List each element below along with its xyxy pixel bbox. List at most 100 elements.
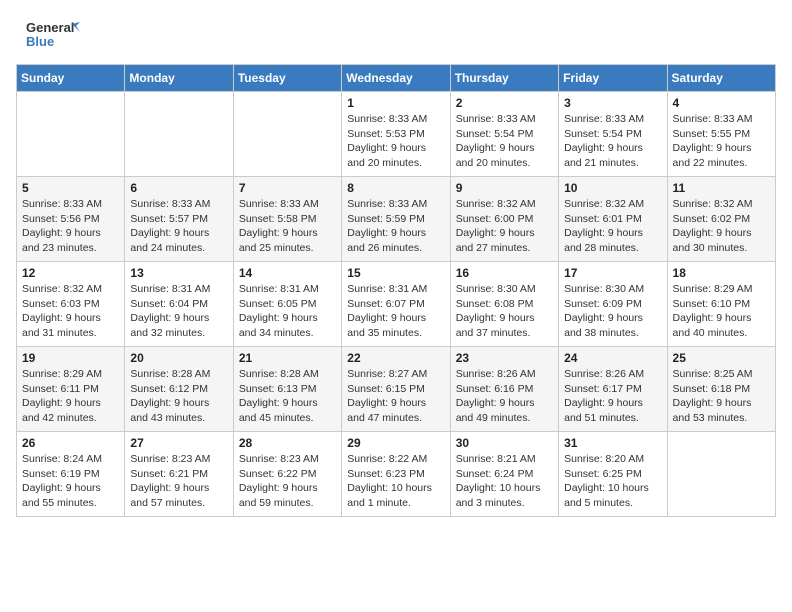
calendar-cell: 9 Sunrise: 8:32 AM Sunset: 6:00 PM Daylig… <box>450 177 558 262</box>
day-number: 26 <box>22 436 119 450</box>
day-info: Sunrise: 8:32 AM Sunset: 6:03 PM Dayligh… <box>22 282 119 341</box>
day-info: Sunrise: 8:33 AM Sunset: 5:54 PM Dayligh… <box>456 112 553 171</box>
day-info: Sunrise: 8:33 AM Sunset: 5:55 PM Dayligh… <box>673 112 770 171</box>
day-info: Sunrise: 8:25 AM Sunset: 6:18 PM Dayligh… <box>673 367 770 426</box>
week-row-4: 19 Sunrise: 8:29 AM Sunset: 6:11 PM Dayli… <box>17 347 776 432</box>
calendar-cell: 25 Sunrise: 8:25 AM Sunset: 6:18 PM Dayli… <box>667 347 775 432</box>
calendar-cell: 3 Sunrise: 8:33 AM Sunset: 5:54 PM Daylig… <box>559 92 667 177</box>
day-number: 23 <box>456 351 553 365</box>
day-number: 14 <box>239 266 336 280</box>
day-number: 22 <box>347 351 444 365</box>
day-number: 9 <box>456 181 553 195</box>
weekday-header-row: SundayMondayTuesdayWednesdayThursdayFrid… <box>17 65 776 92</box>
day-number: 31 <box>564 436 661 450</box>
calendar-cell: 5 Sunrise: 8:33 AM Sunset: 5:56 PM Daylig… <box>17 177 125 262</box>
day-number: 20 <box>130 351 227 365</box>
calendar-cell <box>233 92 341 177</box>
day-info: Sunrise: 8:31 AM Sunset: 6:05 PM Dayligh… <box>239 282 336 341</box>
day-number: 7 <box>239 181 336 195</box>
calendar-cell: 26 Sunrise: 8:24 AM Sunset: 6:19 PM Dayli… <box>17 432 125 517</box>
day-info: Sunrise: 8:33 AM Sunset: 5:54 PM Dayligh… <box>564 112 661 171</box>
day-number: 29 <box>347 436 444 450</box>
calendar-cell: 12 Sunrise: 8:32 AM Sunset: 6:03 PM Dayli… <box>17 262 125 347</box>
weekday-header-saturday: Saturday <box>667 65 775 92</box>
day-info: Sunrise: 8:28 AM Sunset: 6:12 PM Dayligh… <box>130 367 227 426</box>
calendar-cell: 18Sunrise: 8:29 AM Sunset: 6:10 PM Dayli… <box>667 262 775 347</box>
calendar-cell: 17 Sunrise: 8:30 AM Sunset: 6:09 PM Dayli… <box>559 262 667 347</box>
page-header: GeneralBlue <box>16 16 776 52</box>
calendar-table: SundayMondayTuesdayWednesdayThursdayFrid… <box>16 64 776 517</box>
day-info: Sunrise: 8:23 AM Sunset: 6:22 PM Dayligh… <box>239 452 336 511</box>
day-info: Sunrise: 8:23 AM Sunset: 6:21 PM Dayligh… <box>130 452 227 511</box>
logo: GeneralBlue <box>16 16 96 52</box>
day-number: 6 <box>130 181 227 195</box>
day-info: Sunrise: 8:29 AM Sunset: 6:11 PM Dayligh… <box>22 367 119 426</box>
day-number: 12 <box>22 266 119 280</box>
calendar-cell: 2Sunrise: 8:33 AM Sunset: 5:54 PM Daylig… <box>450 92 558 177</box>
calendar-cell: 19 Sunrise: 8:29 AM Sunset: 6:11 PM Dayli… <box>17 347 125 432</box>
calendar-cell: 23 Sunrise: 8:26 AM Sunset: 6:16 PM Dayli… <box>450 347 558 432</box>
day-number: 19 <box>22 351 119 365</box>
day-info: Sunrise: 8:30 AM Sunset: 6:09 PM Dayligh… <box>564 282 661 341</box>
day-info: Sunrise: 8:33 AM Sunset: 5:56 PM Dayligh… <box>22 197 119 256</box>
calendar-cell <box>17 92 125 177</box>
calendar-cell: 30 Sunrise: 8:21 AM Sunset: 6:24 PM Dayli… <box>450 432 558 517</box>
day-number: 11 <box>673 181 770 195</box>
week-row-1: 1 Sunrise: 8:33 AM Sunset: 5:53 PM Daylig… <box>17 92 776 177</box>
day-number: 21 <box>239 351 336 365</box>
calendar-cell: 28Sunrise: 8:23 AM Sunset: 6:22 PM Dayli… <box>233 432 341 517</box>
logo-icon: GeneralBlue <box>16 16 96 52</box>
day-number: 25 <box>673 351 770 365</box>
calendar-cell: 8Sunrise: 8:33 AM Sunset: 5:59 PM Daylig… <box>342 177 450 262</box>
day-info: Sunrise: 8:33 AM Sunset: 5:57 PM Dayligh… <box>130 197 227 256</box>
week-row-3: 12 Sunrise: 8:32 AM Sunset: 6:03 PM Dayli… <box>17 262 776 347</box>
day-info: Sunrise: 8:26 AM Sunset: 6:16 PM Dayligh… <box>456 367 553 426</box>
day-info: Sunrise: 8:32 AM Sunset: 6:00 PM Dayligh… <box>456 197 553 256</box>
day-number: 3 <box>564 96 661 110</box>
calendar-cell: 6 Sunrise: 8:33 AM Sunset: 5:57 PM Daylig… <box>125 177 233 262</box>
day-number: 15 <box>347 266 444 280</box>
weekday-header-friday: Friday <box>559 65 667 92</box>
day-info: Sunrise: 8:31 AM Sunset: 6:04 PM Dayligh… <box>130 282 227 341</box>
calendar-cell: 1 Sunrise: 8:33 AM Sunset: 5:53 PM Daylig… <box>342 92 450 177</box>
calendar-cell: 14 Sunrise: 8:31 AM Sunset: 6:05 PM Dayli… <box>233 262 341 347</box>
day-info: Sunrise: 8:33 AM Sunset: 5:58 PM Dayligh… <box>239 197 336 256</box>
weekday-header-wednesday: Wednesday <box>342 65 450 92</box>
svg-text:General: General <box>26 20 74 35</box>
day-info: Sunrise: 8:32 AM Sunset: 6:01 PM Dayligh… <box>564 197 661 256</box>
calendar-cell: 13 Sunrise: 8:31 AM Sunset: 6:04 PM Dayli… <box>125 262 233 347</box>
day-info: Sunrise: 8:33 AM Sunset: 5:53 PM Dayligh… <box>347 112 444 171</box>
weekday-header-thursday: Thursday <box>450 65 558 92</box>
calendar-cell: 27 Sunrise: 8:23 AM Sunset: 6:21 PM Dayli… <box>125 432 233 517</box>
calendar-cell: 24 Sunrise: 8:26 AM Sunset: 6:17 PM Dayli… <box>559 347 667 432</box>
day-number: 4 <box>673 96 770 110</box>
day-number: 10 <box>564 181 661 195</box>
calendar-cell: 7 Sunrise: 8:33 AM Sunset: 5:58 PM Daylig… <box>233 177 341 262</box>
weekday-header-monday: Monday <box>125 65 233 92</box>
day-info: Sunrise: 8:32 AM Sunset: 6:02 PM Dayligh… <box>673 197 770 256</box>
calendar-cell: 21 Sunrise: 8:28 AM Sunset: 6:13 PM Dayli… <box>233 347 341 432</box>
day-info: Sunrise: 8:21 AM Sunset: 6:24 PM Dayligh… <box>456 452 553 511</box>
day-info: Sunrise: 8:24 AM Sunset: 6:19 PM Dayligh… <box>22 452 119 511</box>
day-number: 30 <box>456 436 553 450</box>
day-info: Sunrise: 8:30 AM Sunset: 6:08 PM Dayligh… <box>456 282 553 341</box>
day-info: Sunrise: 8:28 AM Sunset: 6:13 PM Dayligh… <box>239 367 336 426</box>
week-row-2: 5 Sunrise: 8:33 AM Sunset: 5:56 PM Daylig… <box>17 177 776 262</box>
calendar-cell: 4 Sunrise: 8:33 AM Sunset: 5:55 PM Daylig… <box>667 92 775 177</box>
day-number: 1 <box>347 96 444 110</box>
calendar-cell <box>667 432 775 517</box>
day-number: 5 <box>22 181 119 195</box>
calendar-cell: 22Sunrise: 8:27 AM Sunset: 6:15 PM Dayli… <box>342 347 450 432</box>
svg-text:Blue: Blue <box>26 34 54 49</box>
day-number: 24 <box>564 351 661 365</box>
calendar-cell: 16Sunrise: 8:30 AM Sunset: 6:08 PM Dayli… <box>450 262 558 347</box>
day-number: 17 <box>564 266 661 280</box>
day-info: Sunrise: 8:26 AM Sunset: 6:17 PM Dayligh… <box>564 367 661 426</box>
calendar-cell: 11 Sunrise: 8:32 AM Sunset: 6:02 PM Dayli… <box>667 177 775 262</box>
calendar-cell: 10 Sunrise: 8:32 AM Sunset: 6:01 PM Dayli… <box>559 177 667 262</box>
weekday-header-sunday: Sunday <box>17 65 125 92</box>
day-info: Sunrise: 8:29 AM Sunset: 6:10 PM Dayligh… <box>673 282 770 341</box>
day-info: Sunrise: 8:31 AM Sunset: 6:07 PM Dayligh… <box>347 282 444 341</box>
day-number: 13 <box>130 266 227 280</box>
day-number: 27 <box>130 436 227 450</box>
